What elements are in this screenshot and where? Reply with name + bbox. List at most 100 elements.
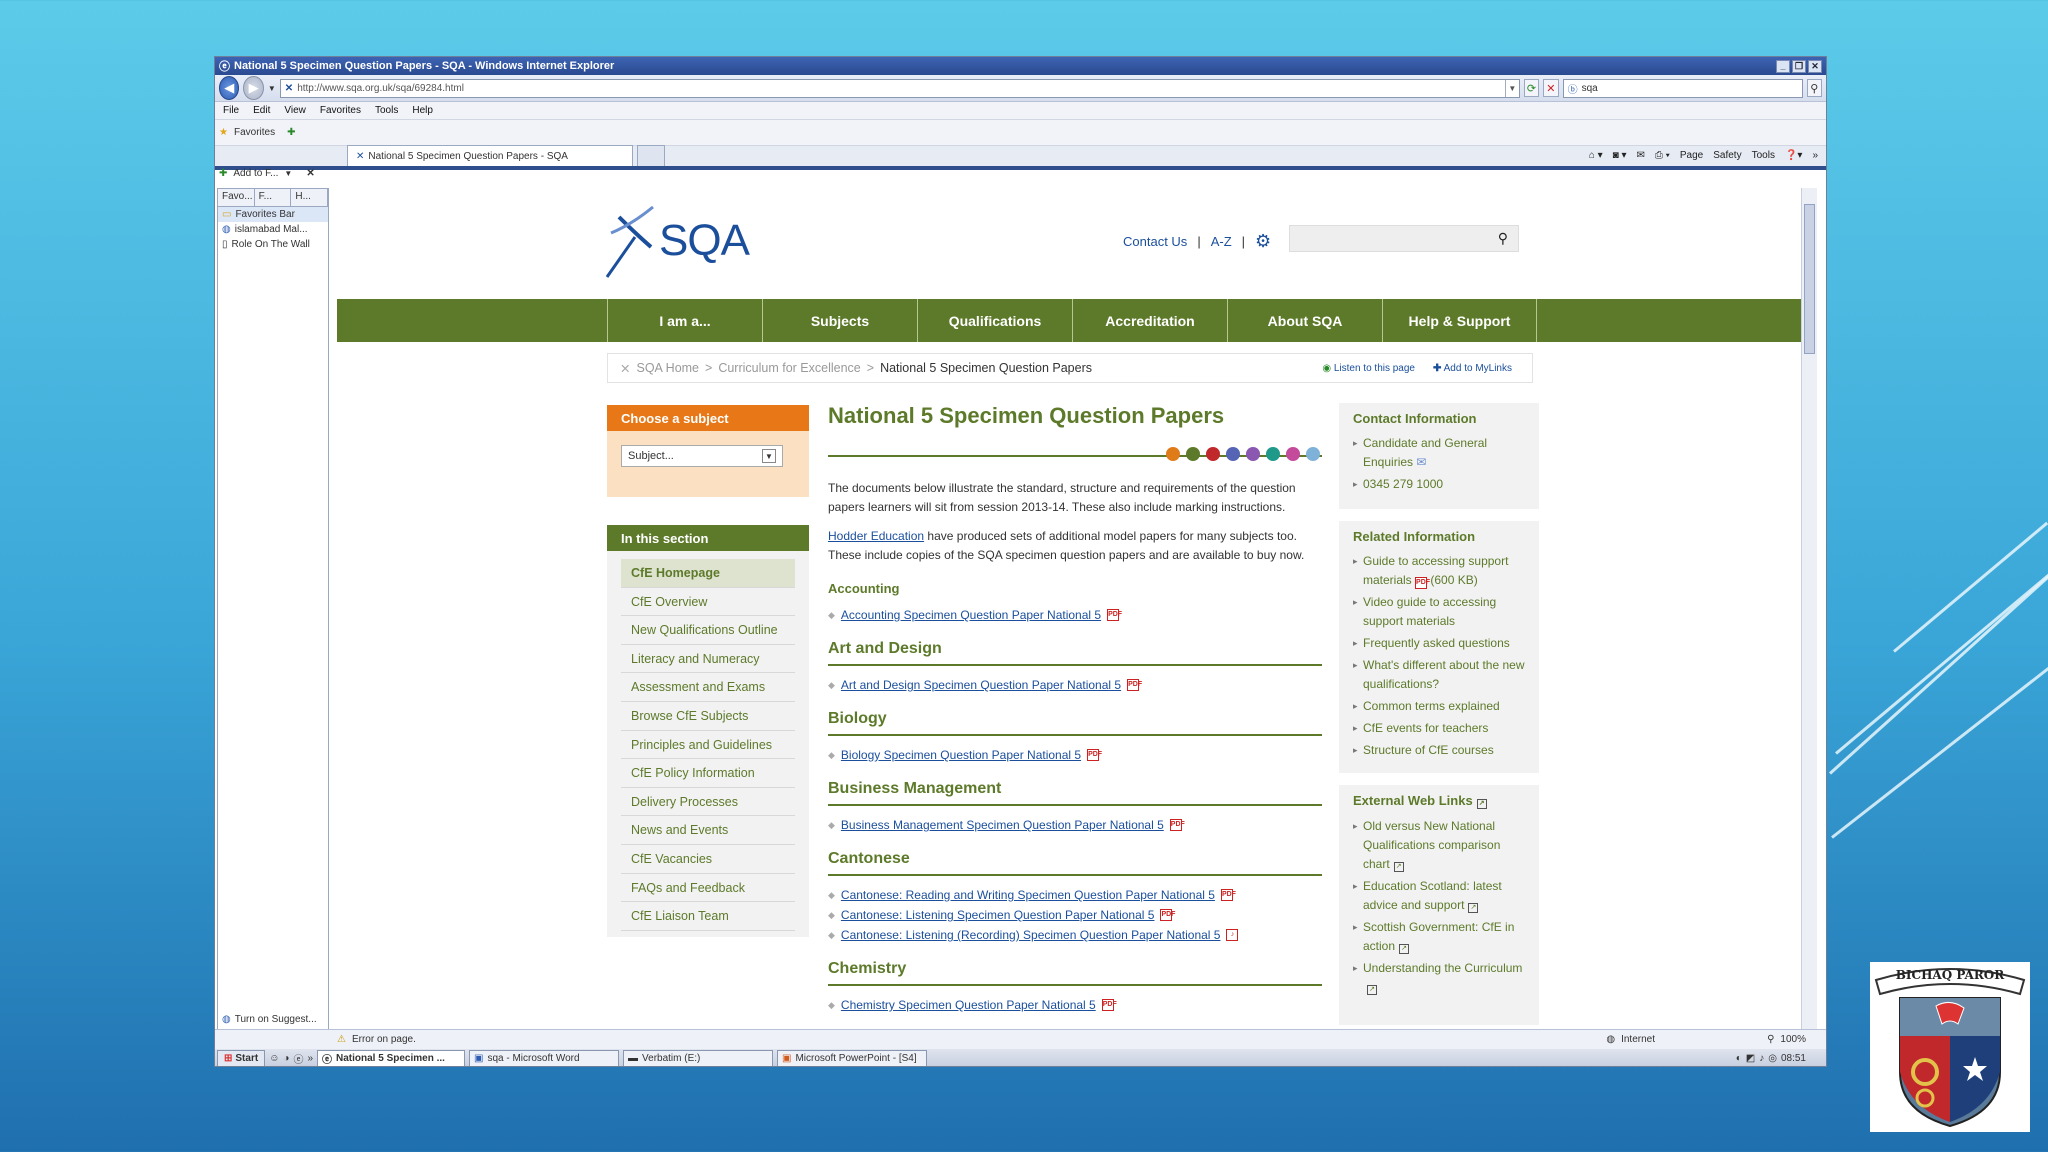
volume-icon[interactable]: ♪ — [1759, 1053, 1764, 1064]
pane-item[interactable]: ▭ Favorites Bar — [218, 207, 328, 222]
safety-menu[interactable]: Safety — [1713, 150, 1741, 161]
document-link[interactable]: Accounting Specimen Question Paper Natio… — [841, 608, 1101, 622]
nav-i-am-a[interactable]: I am a... — [607, 299, 762, 342]
related-link[interactable]: What's different about the new qualifica… — [1353, 656, 1527, 694]
start-button[interactable]: ⊞ Start — [217, 1050, 266, 1066]
section-link[interactable]: News and Events — [621, 816, 795, 845]
document-link[interactable]: Biology Specimen Question Paper National… — [841, 748, 1081, 762]
nav-about-sqa[interactable]: About SQA — [1227, 299, 1382, 342]
section-link[interactable]: Principles and Guidelines — [621, 731, 795, 760]
taskbar-item-word[interactable]: ▣ sqa - Microsoft Word — [469, 1050, 620, 1066]
a-z-link[interactable]: A-Z — [1211, 234, 1232, 249]
pane-tab-favorites[interactable]: Favo... — [218, 189, 255, 206]
menu-favorites[interactable]: Favorites — [320, 105, 361, 116]
related-link[interactable]: Guide to accessing support materials PDF… — [1353, 552, 1527, 590]
document-link[interactable]: Cantonese: Reading and Writing Specimen … — [841, 888, 1215, 902]
close-button[interactable]: ✕ — [1808, 59, 1822, 73]
nav-help-support[interactable]: Help & Support — [1382, 299, 1537, 342]
tray-icon[interactable]: ◎ — [1768, 1053, 1777, 1064]
site-search-input[interactable]: ⚲ — [1289, 225, 1519, 252]
feeds-icon[interactable]: ◙ ▾ — [1613, 150, 1627, 161]
gear-icon[interactable]: ⚙ — [1255, 231, 1271, 252]
restore-button[interactable]: ❐ — [1792, 59, 1806, 73]
pane-item[interactable]: ▯ Role On The Wall — [218, 237, 328, 252]
search-icon[interactable]: ⚲ — [1806, 79, 1823, 97]
document-link[interactable]: Cantonese: Listening (Recording) Specime… — [841, 928, 1221, 942]
related-link[interactable]: Frequently asked questions — [1353, 634, 1527, 653]
section-link[interactable]: CfE Overview — [621, 588, 795, 617]
enquiries-link[interactable]: Candidate and General Enquiries ✉ — [1353, 434, 1527, 472]
forward-button[interactable]: ▶ — [243, 76, 264, 100]
add-to-dropdown-icon[interactable]: ▼ — [284, 169, 292, 178]
tray-icon[interactable]: ◐ — [1736, 1053, 1742, 1064]
nav-accreditation[interactable]: Accreditation — [1072, 299, 1227, 342]
hodder-link[interactable]: Hodder Education — [828, 529, 924, 543]
zoom-level[interactable]: 100% — [1780, 1034, 1806, 1045]
section-link[interactable]: Literacy and Numeracy — [621, 645, 795, 674]
section-link[interactable]: Browse CfE Subjects — [621, 702, 795, 731]
tab-sqa[interactable]: ✕ National 5 Specimen Question Papers - … — [347, 145, 633, 166]
taskbar-item-powerpoint[interactable]: ▣ Microsoft PowerPoint - [S4] — [777, 1050, 928, 1066]
stop-icon[interactable]: ✕ — [1543, 79, 1559, 97]
add-favorite-icon[interactable]: ✚ — [287, 127, 295, 138]
address-field[interactable]: ✕ http://www.sqa.org.uk/sqa/69284.html ▼ — [279, 78, 1520, 98]
external-link[interactable]: Understanding the Curriculum ↗ — [1353, 959, 1527, 997]
suggested-sites[interactable]: ◍ Turn on Suggest... — [222, 1014, 317, 1025]
pane-tab-feeds[interactable]: F... — [255, 189, 292, 206]
document-link[interactable]: Cantonese: Listening Specimen Question P… — [841, 908, 1155, 922]
subject-select[interactable]: Subject... ▼ — [621, 445, 783, 467]
favorites-button[interactable]: Favorites — [234, 127, 275, 138]
home-icon[interactable]: ⌂ ▾ — [1589, 150, 1603, 161]
close-pane-icon[interactable]: ✕ — [306, 168, 314, 179]
back-button[interactable]: ◀ — [219, 76, 240, 100]
external-link[interactable]: Scottish Government: CfE in action↗ — [1353, 918, 1527, 956]
mail-icon[interactable]: ✉ — [1637, 150, 1645, 161]
vertical-scrollbar[interactable] — [1801, 188, 1817, 1030]
related-link[interactable]: CfE events for teachers — [1353, 719, 1527, 738]
external-link[interactable]: Old versus New National Qualifications c… — [1353, 817, 1527, 874]
crumb-parent[interactable]: Curriculum for Excellence — [718, 361, 860, 375]
crumb-home[interactable]: SQA Home — [636, 361, 699, 375]
search-icon[interactable]: ⚲ — [1498, 230, 1508, 247]
chevron-down-icon[interactable]: ▼ — [762, 449, 776, 463]
quicklaunch-more-icon[interactable]: » — [307, 1053, 313, 1064]
refresh-icon[interactable]: ⟳ — [1523, 79, 1540, 97]
menu-view[interactable]: View — [284, 105, 306, 116]
related-link[interactable]: Common terms explained — [1353, 697, 1527, 716]
section-link[interactable]: CfE Homepage — [621, 559, 795, 588]
mylinks-link[interactable]: ✚ Add to MyLinks — [1433, 363, 1512, 374]
tools-menu[interactable]: Tools — [1752, 150, 1775, 161]
contact-us-link[interactable]: Contact Us — [1123, 234, 1187, 249]
scroll-thumb[interactable] — [1804, 204, 1815, 354]
menu-edit[interactable]: Edit — [253, 105, 270, 116]
section-link[interactable]: CfE Policy Information — [621, 759, 795, 788]
section-link[interactable]: CfE Liaison Team — [621, 902, 795, 931]
print-icon[interactable]: ⎙ ▾ — [1655, 150, 1670, 161]
browser-search-field[interactable]: ⓑ sqa — [1562, 78, 1803, 98]
history-dropdown-icon[interactable]: ▼ — [268, 84, 276, 93]
menu-file[interactable]: File — [223, 105, 239, 116]
pane-tab-history[interactable]: H... — [291, 189, 329, 206]
section-link[interactable]: CfE Vacancies — [621, 845, 795, 874]
section-link[interactable]: New Qualifications Outline — [621, 616, 795, 645]
help-icon[interactable]: ❓▾ — [1785, 150, 1802, 161]
nav-qualifications[interactable]: Qualifications — [917, 299, 1072, 342]
related-link[interactable]: Video guide to accessing support materia… — [1353, 593, 1527, 631]
add-to-favorites[interactable]: ✚ Add to F... ▼ ✕ — [219, 168, 315, 179]
address-dropdown-icon[interactable]: ▼ — [1504, 79, 1519, 97]
listen-link[interactable]: ◉ Listen to this page — [1322, 363, 1415, 374]
sqa-logo[interactable]: SQA — [601, 203, 750, 279]
section-link[interactable]: Delivery Processes — [621, 788, 795, 817]
document-link[interactable]: Chemistry Specimen Question Paper Nation… — [841, 998, 1096, 1012]
quicklaunch-icon[interactable]: ◑ — [283, 1053, 289, 1064]
section-link[interactable]: FAQs and Feedback — [621, 874, 795, 903]
minimize-button[interactable]: _ — [1776, 59, 1790, 73]
external-link[interactable]: Education Scotland: latest advice and su… — [1353, 877, 1527, 915]
tray-icon[interactable]: ◩ — [1746, 1053, 1755, 1064]
more-chevron-icon[interactable]: » — [1812, 150, 1818, 161]
document-link[interactable]: Business Management Specimen Question Pa… — [841, 818, 1164, 832]
quicklaunch-icon[interactable]: ☺ — [269, 1053, 279, 1064]
status-text[interactable]: Error on page. — [352, 1034, 416, 1045]
related-link[interactable]: Structure of CfE courses — [1353, 741, 1527, 760]
clock[interactable]: 08:51 — [1781, 1053, 1806, 1064]
